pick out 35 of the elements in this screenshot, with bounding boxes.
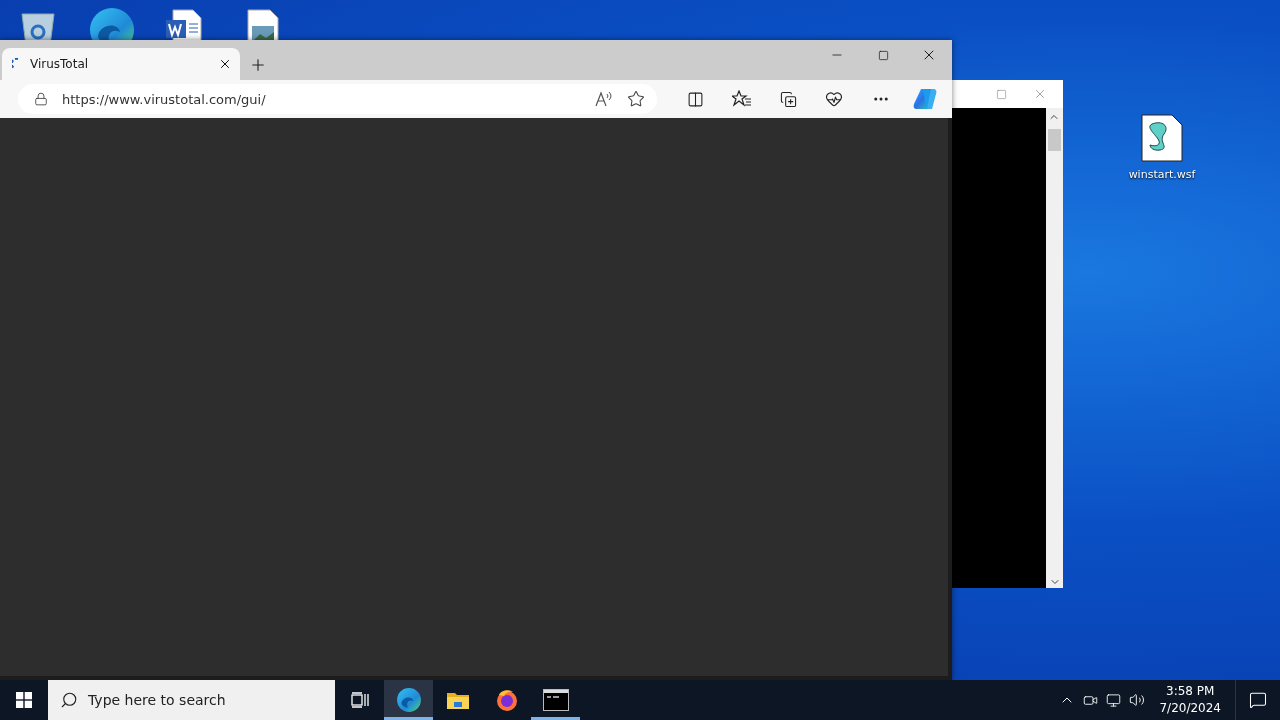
search-placeholder: Type here to search <box>88 692 226 708</box>
search-icon <box>60 691 78 709</box>
icon-label: winstart.wsf <box>1128 168 1196 181</box>
clock[interactable]: 3:58 PM 7/20/2024 <box>1153 683 1227 717</box>
volume-icon[interactable] <box>1129 692 1146 708</box>
script-file-icon <box>1140 114 1184 162</box>
favorites-icon[interactable] <box>732 90 753 108</box>
taskbar-app[interactable] <box>384 680 433 720</box>
read-aloud-icon[interactable] <box>595 91 614 107</box>
edge-icon <box>395 687 422 713</box>
terminal-icon <box>542 689 569 711</box>
close-icon[interactable] <box>218 57 232 71</box>
task-view-icon <box>350 692 369 708</box>
split-screen-icon[interactable] <box>687 90 705 108</box>
notification-icon <box>1249 691 1267 709</box>
collections-icon[interactable] <box>779 90 797 108</box>
address-bar[interactable]: https://www.virustotal.com/gui/ <box>18 84 658 114</box>
maximize-icon[interactable] <box>877 49 889 61</box>
new-tab-icon[interactable] <box>249 56 267 74</box>
tab-title: VirusTotal <box>30 57 90 71</box>
lock-icon <box>34 92 48 106</box>
clock-date: 7/20/2024 <box>1159 700 1221 717</box>
browser-tab[interactable]: VirusTotal <box>2 48 240 80</box>
scrollbar[interactable] <box>1046 108 1063 588</box>
firefox-icon <box>494 688 519 712</box>
desktop-shortcut[interactable]: winstart.wsf <box>1122 114 1202 181</box>
network-icon[interactable] <box>1106 692 1122 708</box>
clock-time: 3:58 PM <box>1166 683 1215 700</box>
windows-icon <box>16 692 32 708</box>
scroll-thumb[interactable] <box>1048 129 1061 151</box>
star-icon[interactable] <box>627 90 646 108</box>
loading-icon <box>12 58 20 70</box>
search-field[interactable]: Type here to search <box>48 680 335 720</box>
url-text: https://www.virustotal.com/gui/ <box>62 91 267 107</box>
browser-essentials-icon[interactable] <box>825 90 844 108</box>
